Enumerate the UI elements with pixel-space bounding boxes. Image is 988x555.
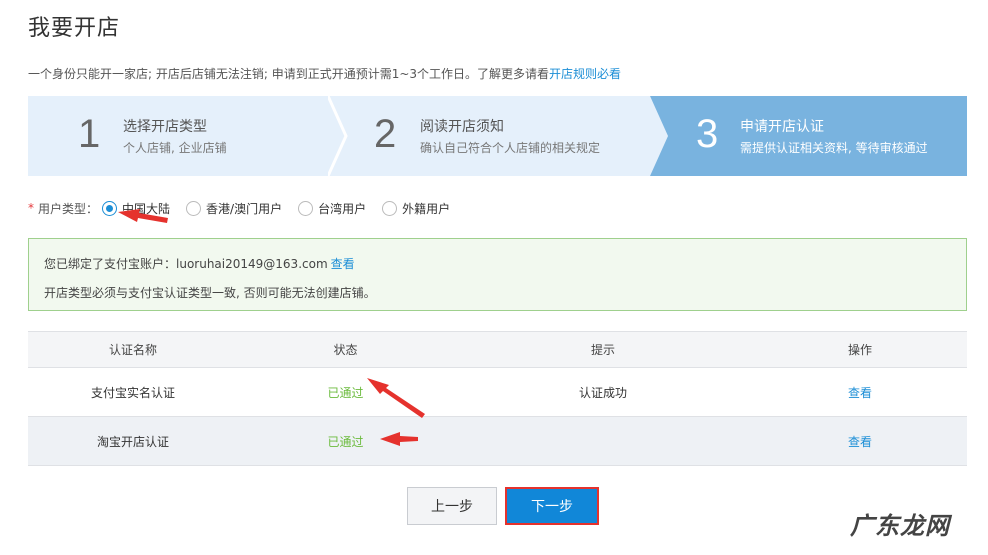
step-3-number: 3 bbox=[696, 112, 719, 156]
radio-foreign-circle[interactable] bbox=[382, 200, 398, 216]
alipay-info-box: 您已绑定了支付宝账户：luoruhai20149@163.com 查看 开店类型必… bbox=[28, 238, 967, 311]
cert-status: 已通过 bbox=[238, 367, 453, 417]
steps-bar: 1 选择开店类型 个人店铺, 企业店铺 2 阅读开店须知 确认自己符合个人店铺的… bbox=[28, 96, 967, 176]
step-2-desc: 确认自己符合个人店铺的相关规定 bbox=[420, 141, 601, 155]
cert-view-link[interactable]: 查看 bbox=[848, 386, 872, 400]
alipay-view-link[interactable]: 查看 bbox=[331, 257, 355, 271]
radio-taiwan-label: 台湾用户 bbox=[318, 201, 367, 216]
radio-taiwan-circle[interactable] bbox=[298, 200, 314, 216]
cert-hint: 认证成功 bbox=[453, 367, 753, 417]
prev-step-button[interactable]: 上一步 bbox=[407, 487, 497, 525]
table-row: 淘宝开店认证 已通过 查看 bbox=[28, 416, 967, 466]
step-2-number: 2 bbox=[374, 112, 397, 156]
certification-table: 认证名称 状态 提示 操作 支付宝实名认证 已通过 认证成功 查看 淘宝开店认证… bbox=[28, 331, 967, 466]
header-status: 状态 bbox=[238, 331, 453, 368]
header-hint: 提示 bbox=[453, 331, 753, 368]
radio-hk-macau-label: 香港/澳门用户 bbox=[206, 201, 283, 216]
radio-taiwan[interactable]: 台湾用户 bbox=[298, 200, 366, 217]
notice-body: 一个身份只能开一家店; 开店后店铺无法注销; 申请到正式开通预计需1~3个工作日… bbox=[28, 67, 550, 81]
step-1-desc: 个人店铺, 企业店铺 bbox=[123, 141, 227, 155]
alipay-bound-text: 您已绑定了支付宝账户：luoruhai20149@163.com bbox=[44, 257, 328, 271]
cert-hint bbox=[453, 416, 753, 466]
radio-mainland[interactable]: 中国大陆 bbox=[102, 200, 170, 217]
cert-action-cell: 查看 bbox=[753, 367, 967, 417]
step-1-shape bbox=[28, 96, 346, 176]
radio-hk-macau[interactable]: 香港/澳门用户 bbox=[186, 200, 282, 217]
notice-text: 一个身份只能开一家店; 开店后店铺无法注销; 申请到正式开通预计需1~3个工作日… bbox=[28, 65, 621, 82]
step-1: 1 选择开店类型 个人店铺, 企业店铺 bbox=[28, 96, 348, 176]
step-3: 3 申请开店认证 需提供认证相关资料, 等待审核通过 bbox=[650, 96, 967, 176]
step-1-title: 选择开店类型 bbox=[123, 119, 207, 135]
table-row: 支付宝实名认证 已通过 认证成功 查看 bbox=[28, 367, 967, 417]
next-step-button[interactable]: 下一步 bbox=[505, 487, 599, 525]
watermark-logo: 广东龙网 bbox=[850, 512, 950, 540]
user-type-row: * 用户类型： 中国大陆 香港/澳门用户 台湾用户 外籍用户 bbox=[28, 199, 462, 217]
shop-rules-link[interactable]: 开店规则必看 bbox=[549, 67, 621, 81]
step-3-title: 申请开店认证 bbox=[740, 119, 824, 135]
alipay-warning: 开店类型必须与支付宝认证类型一致, 否则可能无法创建店铺。 bbox=[44, 286, 376, 300]
radio-hk-macau-circle[interactable] bbox=[186, 200, 202, 216]
cert-name: 淘宝开店认证 bbox=[28, 416, 238, 466]
header-cert-name: 认证名称 bbox=[28, 331, 238, 368]
radio-mainland-label: 中国大陆 bbox=[122, 201, 171, 216]
step-1-number: 1 bbox=[78, 112, 101, 156]
alipay-bound-line: 您已绑定了支付宝账户：luoruhai20149@163.com 查看 bbox=[44, 255, 355, 272]
cert-name: 支付宝实名认证 bbox=[28, 367, 238, 417]
radio-foreign-label: 外籍用户 bbox=[402, 201, 451, 216]
cert-status: 已通过 bbox=[238, 416, 453, 466]
cert-action-cell: 查看 bbox=[753, 416, 967, 466]
radio-mainland-circle[interactable] bbox=[102, 200, 118, 216]
page-title: 我要开店 bbox=[28, 16, 121, 41]
user-type-label: 用户类型： bbox=[38, 201, 99, 216]
cert-view-link[interactable]: 查看 bbox=[848, 435, 872, 449]
table-header-row: 认证名称 状态 提示 操作 bbox=[28, 331, 967, 368]
radio-foreign[interactable]: 外籍用户 bbox=[382, 200, 450, 217]
required-mark: * bbox=[28, 201, 34, 215]
step-2-title: 阅读开店须知 bbox=[420, 119, 504, 135]
step-2: 2 阅读开店须知 确认自己符合个人店铺的相关规定 bbox=[328, 96, 668, 176]
header-action: 操作 bbox=[753, 331, 967, 368]
step-3-desc: 需提供认证相关资料, 等待审核通过 bbox=[740, 141, 928, 155]
